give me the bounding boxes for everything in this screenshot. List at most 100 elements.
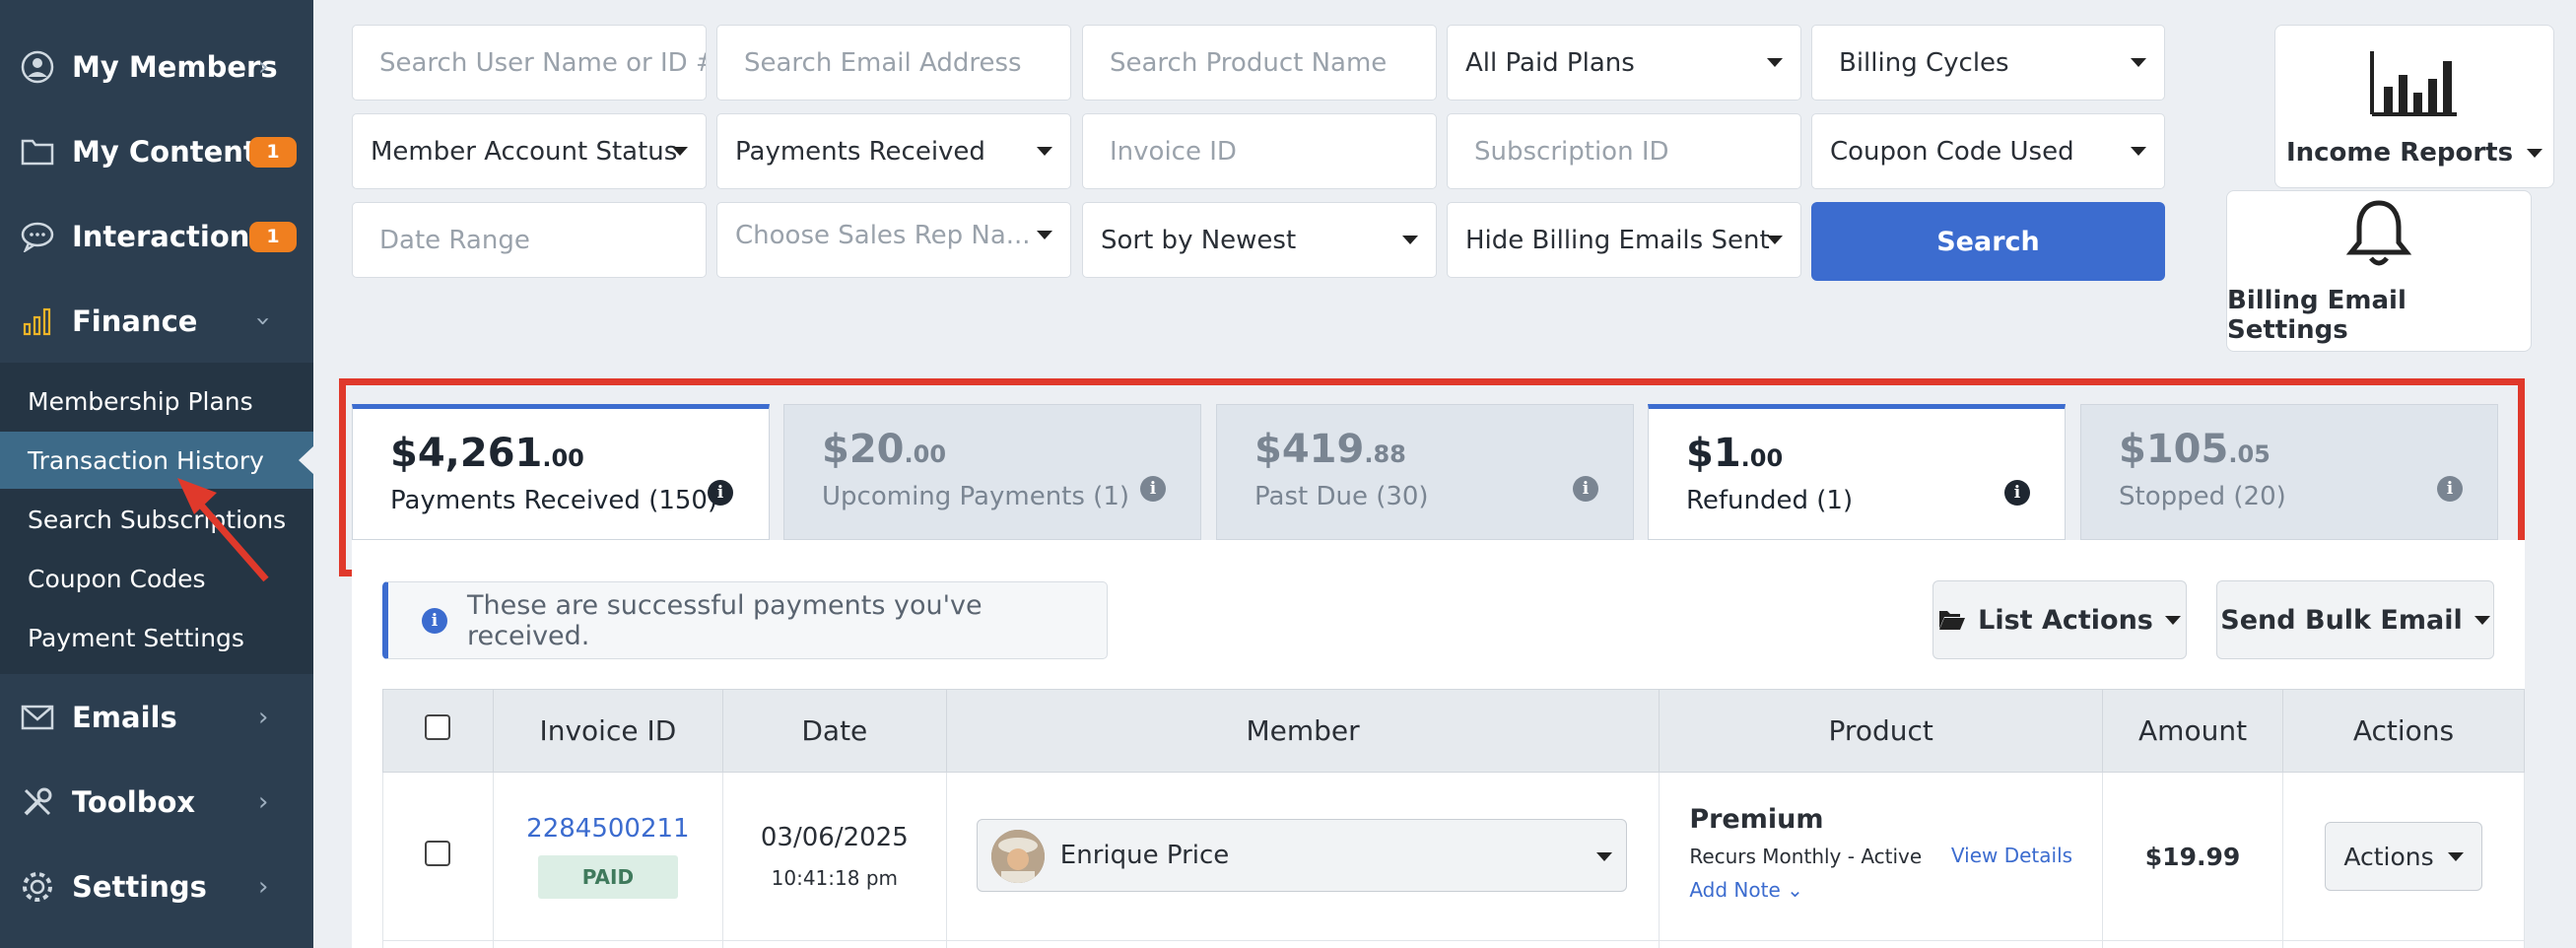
caret-down-icon — [1767, 236, 1783, 244]
plans-select[interactable]: All Paid Plans — [1447, 25, 1801, 101]
row-actions-button[interactable]: Actions — [2325, 822, 2482, 891]
payments-select[interactable]: Payments Received — [716, 113, 1071, 189]
invoice-link[interactable]: 2284500211 — [494, 814, 722, 844]
envelope-icon — [20, 700, 55, 735]
income-reports-card[interactable]: Income Reports — [2274, 25, 2554, 188]
sidebar-item-toolbox[interactable]: Toolbox › — [0, 760, 313, 845]
chat-bubble-icon — [20, 219, 55, 254]
product-name: Premium — [1689, 804, 1824, 835]
search-product-field[interactable] — [1082, 25, 1437, 101]
search-email-input[interactable] — [744, 47, 1070, 78]
caret-down-icon — [1037, 231, 1052, 239]
sidebar-item-my-members[interactable]: My Members › — [0, 25, 313, 109]
search-product-input[interactable] — [1110, 47, 1436, 78]
chevron-down-icon: › — [248, 315, 279, 327]
income-reports-label: Income Reports — [2285, 138, 2514, 168]
caret-down-icon — [2131, 147, 2146, 156]
col-member[interactable]: Member — [945, 689, 1661, 773]
caret-down-icon — [2447, 851, 2464, 861]
invoice-id-field[interactable] — [1082, 113, 1437, 189]
member-cell: Enrique Price — [945, 772, 1661, 941]
caret-down-icon — [1402, 236, 1418, 244]
bell-icon — [2345, 200, 2412, 266]
caret-down-icon — [2131, 58, 2146, 67]
col-date[interactable]: Date — [721, 689, 947, 773]
sidebar-item-label: Emails — [72, 701, 177, 734]
col-amount[interactable]: Amount — [2102, 689, 2283, 773]
status-badge: PAID — [537, 855, 678, 899]
sidebar-item-label: Toolbox — [72, 785, 196, 819]
notice-text: These are successful payments you've rec… — [467, 589, 983, 651]
send-bulk-email-label: Send Bulk Email — [2220, 604, 2463, 636]
sidebar-item-label: Interactions — [72, 220, 267, 253]
chevron-right-icon: › — [258, 52, 269, 82]
account-status-select[interactable]: Member Account Status — [352, 113, 707, 189]
actions-cell: Actions — [2282, 772, 2525, 941]
sales-rep-select[interactable]: Choose Sales Rep Na... — [716, 202, 1071, 278]
sidebar-item-label: Settings — [72, 870, 207, 904]
sidebar-item-label: Finance — [72, 305, 198, 338]
income-chart-icon — [2370, 51, 2457, 116]
search-user-field[interactable] — [352, 25, 707, 101]
billing-cycles-value: Billing Cycles — [1839, 47, 2009, 78]
sidebar-item-label: My Members — [72, 50, 278, 84]
caret-down-icon — [2164, 615, 2181, 625]
sidebar-item-settings[interactable]: Settings › — [0, 845, 313, 929]
sidebar-item-finance[interactable]: Finance › — [0, 279, 313, 364]
col-invoice-id[interactable]: Invoice ID — [492, 689, 723, 773]
payments-select-value: Payments Received — [735, 136, 985, 167]
billing-email-settings-label: Billing Email Settings — [2227, 286, 2407, 345]
tools-icon — [20, 784, 55, 820]
sort-select[interactable]: Sort by Newest — [1082, 202, 1437, 278]
search-email-field[interactable] — [716, 25, 1071, 101]
red-arrow-annotation — [177, 478, 269, 582]
caret-down-icon — [1595, 852, 1612, 861]
search-button[interactable]: Search — [1811, 202, 2165, 281]
caret-down-icon — [2474, 615, 2490, 625]
col-product[interactable]: Product — [1659, 689, 2104, 773]
sidebar-item-emails[interactable]: Emails › — [0, 675, 313, 760]
row-select-cell — [382, 772, 494, 941]
date-range-field[interactable] — [352, 202, 707, 278]
billing-emails-select[interactable]: Hide Billing Emails Sent — [1447, 202, 1801, 278]
recurrence-status: Recurs Monthly - Active — [1689, 845, 1923, 868]
invoice-cell: 2284500211 PAID — [492, 772, 723, 941]
user-circle-icon — [20, 49, 55, 85]
sidebar-item-my-content[interactable]: My Content 1 — [0, 109, 313, 194]
member-select[interactable]: Enrique Price — [976, 819, 1627, 892]
billing-email-settings-card[interactable]: Billing Email Settings — [2226, 190, 2532, 352]
coupon-select[interactable]: Coupon Code Used — [1811, 113, 2165, 189]
add-note-link[interactable]: Add Note ⌄ — [1689, 878, 1922, 902]
subscription-id-field[interactable] — [1447, 113, 1801, 189]
chevron-right-icon: › — [258, 787, 269, 817]
invoice-id-input[interactable] — [1110, 136, 1436, 167]
caret-down-icon — [2527, 148, 2543, 158]
search-user-input[interactable] — [379, 47, 706, 78]
list-actions-label: List Actions — [1978, 604, 2153, 636]
billing-cycles-select[interactable]: Billing Cycles — [1811, 25, 2165, 101]
table-row: 2284500211 PAID 03/06/2025 10:41:18 pm E… — [382, 772, 2525, 941]
list-actions-button[interactable]: List Actions — [1932, 580, 2187, 659]
date-range-input[interactable] — [379, 225, 706, 255]
chevron-right-icon: › — [258, 703, 269, 732]
billing-emails-value: Hide Billing Emails Sent — [1465, 225, 1770, 255]
select-all-checkbox[interactable] — [425, 714, 451, 740]
transactions-table: Invoice ID Date Member Product Amount Ac… — [382, 689, 2525, 948]
chevron-right-icon: › — [258, 872, 269, 902]
col-actions: Actions — [2282, 689, 2525, 773]
submenu-item-payment-settings[interactable]: Payment Settings — [0, 609, 313, 666]
folder-icon — [20, 134, 55, 169]
notification-badge: 1 — [249, 136, 297, 168]
send-bulk-email-button[interactable]: Send Bulk Email — [2216, 580, 2494, 659]
row-checkbox[interactable] — [425, 840, 451, 866]
sidebar-item-label: My Content — [72, 135, 257, 169]
notification-badge: 1 — [249, 221, 297, 252]
view-details-link[interactable]: View Details — [1951, 844, 2072, 867]
table-header-row: Invoice ID Date Member Product Amount Ac… — [382, 689, 2525, 773]
sales-rep-value: Choose Sales Rep Na... — [735, 221, 1031, 250]
info-notice: i These are successful payments you've r… — [382, 581, 1108, 659]
sidebar-item-interactions[interactable]: Interactions 1 — [0, 194, 313, 279]
submenu-item-membership-plans[interactable]: Membership Plans — [0, 372, 313, 430]
amount-cell: $19.99 — [2102, 772, 2283, 941]
subscription-id-input[interactable] — [1474, 136, 1800, 167]
